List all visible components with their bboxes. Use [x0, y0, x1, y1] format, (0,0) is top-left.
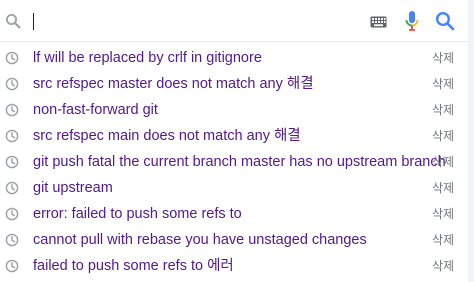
delete-suggestion-button[interactable]: 삭제 — [432, 129, 454, 144]
suggestion-text[interactable]: failed to push some refs to 에러 — [33, 257, 234, 275]
history-icon — [5, 233, 19, 247]
search-icon — [5, 13, 21, 29]
history-icon — [5, 259, 19, 273]
delete-suggestion-button[interactable]: 삭제 — [432, 207, 454, 222]
history-icon — [5, 129, 19, 143]
suggestion-item[interactable]: error: failed to push some refs to 삭제 — [0, 201, 474, 227]
history-icon — [5, 51, 19, 65]
suggestion-item[interactable]: git upstream 삭제 — [0, 175, 474, 201]
suggestion-text[interactable]: error: failed to push some refs to — [33, 205, 242, 223]
suggestion-list: lf will be replaced by crlf in gitignore… — [0, 45, 474, 279]
delete-suggestion-button[interactable]: 삭제 — [432, 181, 454, 196]
delete-suggestion-button[interactable]: 삭제 — [432, 233, 454, 248]
suggestion-text[interactable]: git push fatal the current branch master… — [33, 153, 446, 171]
suggestion-text[interactable]: lf will be replaced by crlf in gitignore — [33, 49, 262, 67]
delete-suggestion-button[interactable]: 삭제 — [432, 77, 454, 92]
suggestion-item[interactable]: lf will be replaced by crlf in gitignore… — [0, 45, 474, 71]
search-bar — [0, 0, 474, 42]
search-input[interactable] — [36, 8, 356, 34]
text-cursor — [33, 13, 34, 30]
suggestion-text[interactable]: src refspec main does not match any 해결 — [33, 127, 301, 145]
delete-suggestion-button[interactable]: 삭제 — [432, 259, 454, 274]
suggestion-item[interactable]: failed to push some refs to 에러 삭제 — [0, 253, 474, 279]
suggestion-item[interactable]: src refspec main does not match any 해결 삭… — [0, 123, 474, 149]
panel-edge — [468, 0, 474, 282]
history-icon — [5, 155, 19, 169]
search-submit-icon[interactable] — [435, 11, 455, 31]
history-icon — [5, 103, 19, 117]
search-autocomplete-panel: lf will be replaced by crlf in gitignore… — [0, 0, 474, 282]
suggestion-item[interactable]: non-fast-forward git 삭제 — [0, 97, 474, 123]
delete-suggestion-button[interactable]: 삭제 — [432, 51, 454, 66]
suggestion-text[interactable]: non-fast-forward git — [33, 101, 158, 119]
suggestion-item[interactable]: cannot pull with rebase you have unstage… — [0, 227, 474, 253]
suggestion-text[interactable]: src refspec master does not match any 해결 — [33, 75, 314, 93]
history-icon — [5, 207, 19, 221]
history-icon — [5, 77, 19, 91]
delete-suggestion-button[interactable]: 삭제 — [432, 103, 454, 118]
suggestion-text[interactable]: cannot pull with rebase you have unstage… — [33, 231, 367, 249]
suggestion-item[interactable]: src refspec master does not match any 해결… — [0, 71, 474, 97]
mic-icon[interactable] — [405, 10, 419, 32]
suggestion-text[interactable]: git upstream — [33, 179, 113, 197]
suggestion-item[interactable]: git push fatal the current branch master… — [0, 149, 474, 175]
keyboard-icon[interactable] — [370, 15, 387, 28]
history-icon — [5, 181, 19, 195]
delete-suggestion-button[interactable]: 삭제 — [432, 155, 454, 170]
